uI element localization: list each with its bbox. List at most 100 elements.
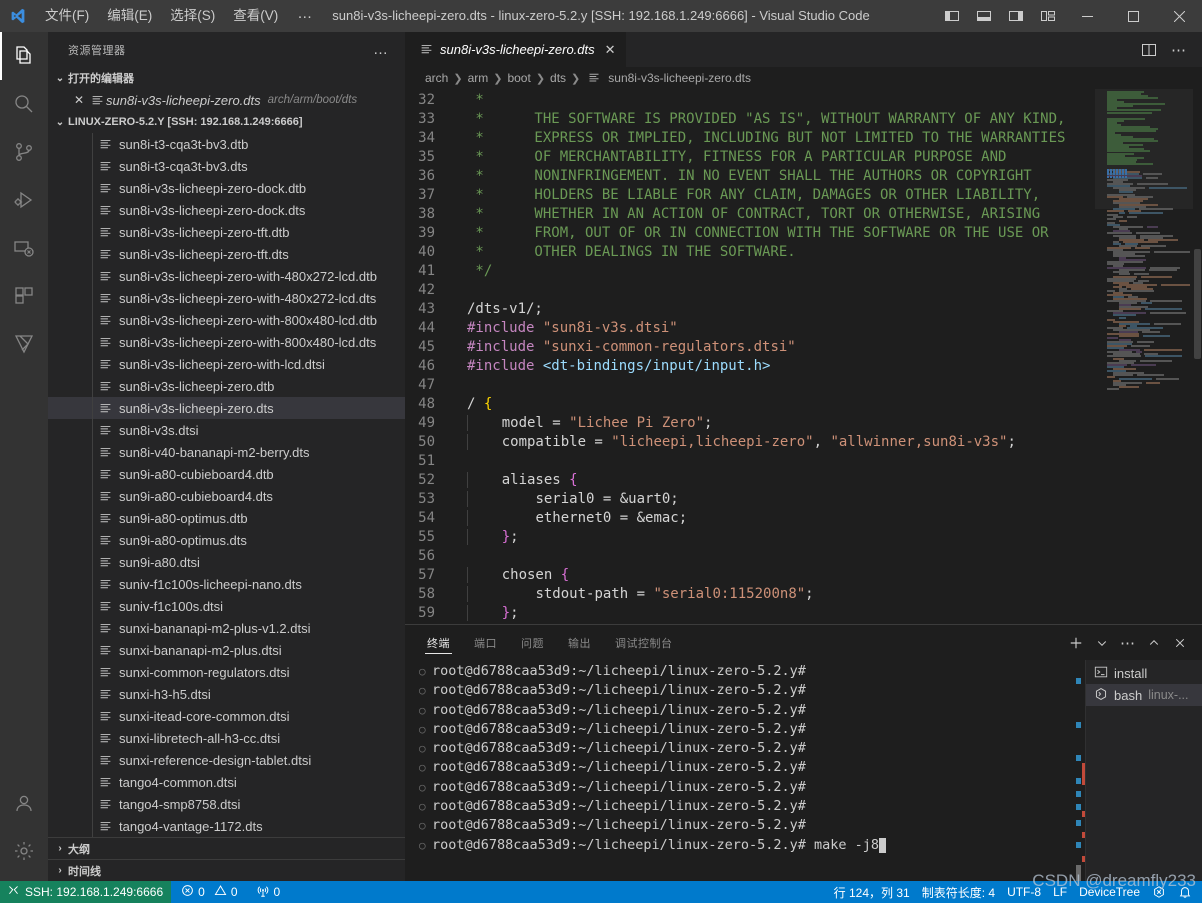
menu-selection[interactable]: 选择(S) [161,0,224,32]
code-line[interactable]: /dts-v1/; [467,300,1095,319]
status-language-mode[interactable]: DeviceTree [1073,881,1146,903]
sidebar-more-actions-button[interactable]: … [365,41,397,58]
terminal-item-bash[interactable]: bash linux-... [1086,684,1202,706]
status-ports[interactable]: 0 [244,881,287,903]
code-editor[interactable]: 32 33 34 35 36 37 38 39 40 41 42 43 44 45 46 47 48 49 50 51… [405,89,1202,624]
file-tree-item[interactable]: sunxi-bananapi-m2-plus-v1.2.dtsi [48,617,405,639]
code-line[interactable]: * HOLDERS BE LIABLE FOR ANY CLAIM, DAMAG… [467,186,1095,205]
code-line[interactable]: compatible = "licheepi,licheepi-zero", "… [467,433,1095,452]
breadcrumb-item-boot[interactable]: boot [507,71,530,85]
file-tree-item[interactable]: sun8i-v3s-licheepi-zero-tft.dts [48,243,405,265]
file-tree-item[interactable]: sunxi-reference-design-tablet.dtsi [48,749,405,771]
toggle-secondary-sidebar-icon[interactable] [1000,0,1032,32]
code-line[interactable]: }; [467,604,1095,623]
code-line[interactable]: / { [467,395,1095,414]
activitybar-item-accounts[interactable] [0,779,48,827]
breadcrumb-item-arch[interactable]: arch [425,71,448,85]
code-line[interactable] [467,281,1095,300]
code-line[interactable]: stdout-path = "serial0:115200n8"; [467,585,1095,604]
terminal-output[interactable]: ○ root@d6788caa53d9:~/licheepi/linux-zero… [405,660,1085,881]
activitybar-item-source-control[interactable] [0,128,48,176]
close-icon[interactable]: ✕ [70,93,88,107]
editor-scrollbar-thumb[interactable] [1194,249,1201,359]
terminal-instance-list[interactable]: install bash linux-... [1085,660,1202,881]
file-tree-item[interactable]: sun8i-v3s-licheepi-zero-dock.dts [48,199,405,221]
status-cursor-position[interactable]: 行 124，列 31 [828,881,916,903]
split-editor-icon[interactable] [1134,42,1164,58]
code-line[interactable]: #include "sun8i-v3s.dtsi" [467,319,1095,338]
code-line[interactable]: chosen { [467,566,1095,585]
code-line[interactable]: * OF MERCHANTABILITY, FITNESS FOR A PART… [467,148,1095,167]
code-line[interactable]: aliases { [467,471,1095,490]
file-tree-item[interactable]: sun8i-v3s-licheepi-zero-with-800x480-lcd… [48,331,405,353]
file-tree-item[interactable]: sun9i-a80-cubieboard4.dts [48,485,405,507]
code-line[interactable]: * NONINFRINGEMENT. IN NO EVENT SHALL THE… [467,167,1095,186]
file-tree-item[interactable]: sunxi-common-regulators.dtsi [48,661,405,683]
close-panel-icon[interactable] [1168,631,1192,655]
code-line[interactable]: * [467,91,1095,110]
file-tree-item[interactable]: tango4-vantage-1172.dts [48,815,405,837]
activitybar-item-search[interactable] [0,80,48,128]
toggle-panel-icon[interactable] [968,0,1000,32]
activitybar-item-remote-explorer[interactable] [0,224,48,272]
code-line[interactable] [467,376,1095,395]
code-line[interactable]: */ [467,262,1095,281]
file-tree-item[interactable]: suniv-f1c100s-licheepi-nano.dts [48,573,405,595]
status-remote-indicator[interactable]: SSH: 192.168.1.249:6666 [0,881,172,903]
file-tree-item[interactable]: sun8i-v3s.dtsi [48,419,405,441]
status-encoding[interactable]: UTF-8 [1001,881,1047,903]
panel-tab-terminal[interactable]: 终端 [425,625,452,660]
code-line[interactable]: }; [467,528,1095,547]
section-folder[interactable]: ⌄ LINUX-ZERO-5.2.Y [SSH: 192.168.1.249:6… [48,111,405,133]
new-terminal-icon[interactable] [1064,631,1088,655]
file-tree-item[interactable]: suniv-f1c100s.dtsi [48,595,405,617]
code-line[interactable]: #include <dt-bindings/input/input.h> [467,357,1095,376]
activitybar-item-extension-custom[interactable] [0,320,48,368]
file-tree[interactable]: sun8i-t3-cqa3t-bv3.dtb sun8i-t3-cqa3t-bv3… [48,133,405,837]
file-tree-item[interactable]: sun8i-v3s-licheepi-zero.dts [48,397,405,419]
minimize-button[interactable] [1064,0,1110,32]
file-tree-item[interactable]: tango4-smp8758.dtsi [48,793,405,815]
status-problems[interactable]: 0 0 [171,881,243,903]
file-tree-item[interactable]: sunxi-bananapi-m2-plus.dtsi [48,639,405,661]
file-tree-item[interactable]: sun9i-a80.dtsi [48,551,405,573]
file-tree-item[interactable]: sun8i-t3-cqa3t-bv3.dtb [48,133,405,155]
code-line[interactable]: ethernet0 = &emac; [467,509,1095,528]
section-timeline[interactable]: › 时间线 [48,859,405,881]
panel-tab-output[interactable]: 输出 [566,625,593,660]
panel-tab-debug-console[interactable]: 调试控制台 [613,625,675,660]
activitybar-item-manage[interactable] [0,827,48,875]
file-tree-item[interactable]: sun9i-a80-optimus.dtb [48,507,405,529]
menu-edit[interactable]: 编辑(E) [98,0,161,32]
maximize-button[interactable] [1110,0,1156,32]
close-icon[interactable]: ✕ [605,42,616,58]
menu-view[interactable]: 查看(V) [224,0,287,32]
breadcrumb-item-file[interactable]: sun8i-v3s-licheepi-zero.dts [585,71,751,85]
panel-tab-ports[interactable]: 端口 [472,625,499,660]
code-line[interactable]: * EXPRESS OR IMPLIED, INCLUDING BUT NOT … [467,129,1095,148]
toggle-primary-sidebar-icon[interactable] [936,0,968,32]
editor-scrollbar[interactable] [1193,89,1202,624]
editor-tab[interactable]: sun8i-v3s-licheepi-zero.dts ✕ [405,32,627,67]
file-tree-item[interactable]: sun8i-v40-bananapi-m2-berry.dts [48,441,405,463]
code-line[interactable] [467,547,1095,566]
minimap[interactable] [1095,89,1202,624]
code-text-area[interactable]: 32 33 34 35 36 37 38 39 40 41 42 43 44 45 46 47 48 49 50 51… [405,89,1095,624]
customize-layout-icon[interactable] [1032,0,1064,32]
code-line[interactable]: * WHETHER IN AN ACTION OF CONTRACT, TORT… [467,205,1095,224]
chevron-down-icon[interactable] [1090,631,1114,655]
file-tree-item[interactable]: sunxi-itead-core-common.dtsi [48,705,405,727]
file-tree-item[interactable]: sun9i-a80-cubieboard4.dtb [48,463,405,485]
file-tree-item[interactable]: sun8i-v3s-licheepi-zero-with-lcd.dtsi [48,353,405,375]
code-line[interactable]: serial0 = &uart0; [467,490,1095,509]
status-eol[interactable]: LF [1047,881,1073,903]
open-editor-item[interactable]: ✕ sun8i-v3s-licheepi-zero.dts arch/arm/b… [48,89,405,111]
activitybar-item-run-and-debug[interactable] [0,176,48,224]
section-outline[interactable]: › 大纲 [48,837,405,859]
status-prettier-icon[interactable] [1146,881,1172,903]
code-line[interactable]: model = "Lichee Pi Zero"; [467,414,1095,433]
section-open-editors[interactable]: ⌄ 打开的编辑器 [48,67,405,89]
file-tree-item[interactable]: tango4-common.dtsi [48,771,405,793]
menu-file[interactable]: 文件(F) [36,0,98,32]
panel-more-actions-icon[interactable]: ⋯ [1116,631,1140,655]
